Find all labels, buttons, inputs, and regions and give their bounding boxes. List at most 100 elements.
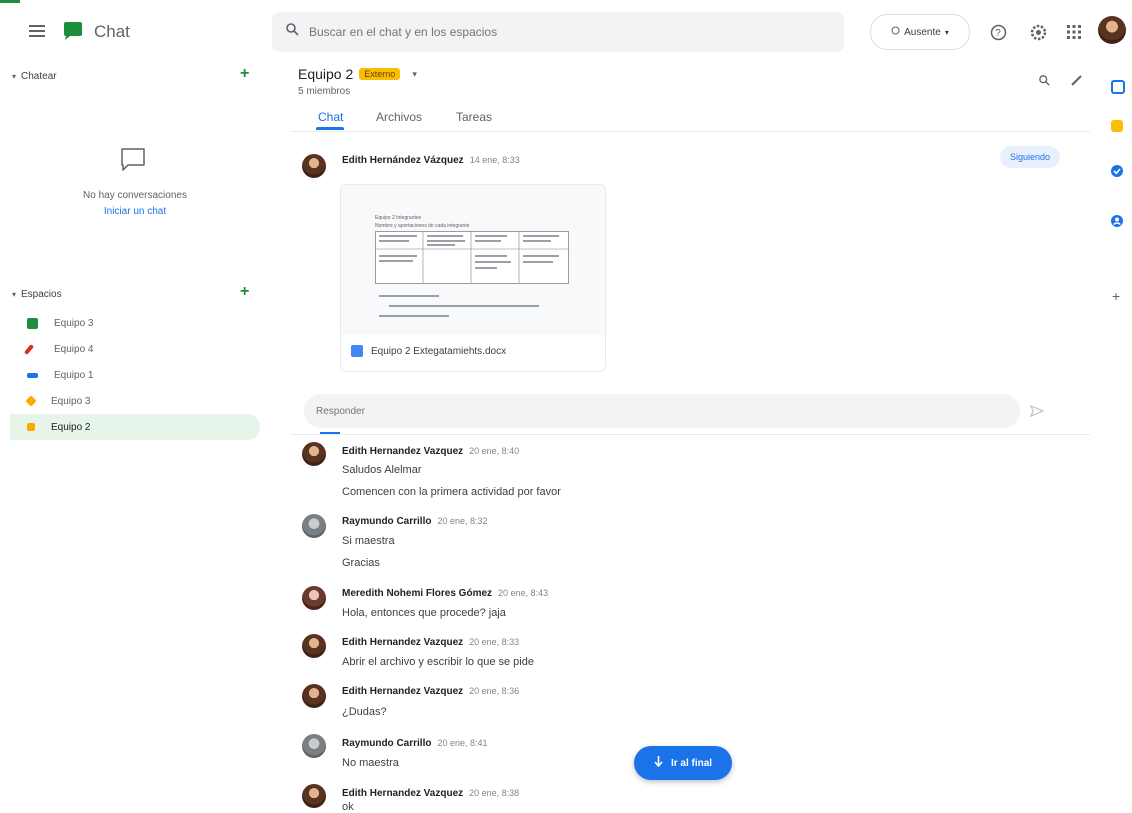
avatar[interactable] <box>302 684 326 708</box>
tab-tasks[interactable]: Tareas <box>456 110 492 124</box>
help-icon[interactable]: ? <box>986 20 1010 44</box>
document-preview: Equipo 2 Integrantes Nombre y aportacion… <box>341 185 605 335</box>
account-avatar[interactable] <box>1098 16 1126 44</box>
space-emoji-icon <box>25 395 37 407</box>
search-bar[interactable] <box>272 12 844 52</box>
settings-gear-icon[interactable] <box>1026 20 1050 44</box>
message-time: 20 ene, 8:33 <box>469 637 520 647</box>
message-time: 14 ene, 8:33 <box>469 155 520 165</box>
add-addon-plus-icon[interactable]: + <box>1112 288 1120 304</box>
avatar[interactable] <box>302 154 326 178</box>
send-icon[interactable] <box>1029 404 1045 423</box>
message-header: Edith Hernandez Vazquez 20 ene, 8:38 <box>342 788 519 799</box>
room-members[interactable]: 5 miembros <box>298 86 350 97</box>
chevron-down-icon: ▾ <box>412 68 417 79</box>
apps-grid-icon[interactable] <box>1062 20 1086 44</box>
attachment-footer: Equipo 2 Extegatamiehts.docx <box>351 345 506 357</box>
message-header: Raymundo Carrillo 20 ene, 8:41 <box>342 738 488 749</box>
doc-line: Nombre y aportaciones de cada integrante <box>375 223 470 229</box>
author-name: Edith Hernández Vázquez <box>342 155 464 166</box>
space-label: Equipo 2 <box>51 421 91 433</box>
menu-icon[interactable] <box>26 20 48 42</box>
scroll-indicator <box>320 432 340 434</box>
new-space-plus-icon[interactable]: + <box>240 283 249 301</box>
thread-author: Edith Hernández Vázquez 14 ene, 8:33 <box>342 155 520 166</box>
empty-conversations-text: No hay conversaciones <box>83 190 187 201</box>
space-emoji-icon <box>27 372 38 378</box>
calendar-icon[interactable] <box>1111 80 1125 94</box>
space-item[interactable]: Equipo 3 <box>10 388 260 414</box>
message-header: Raymundo Carrillo 20 ene, 8:32 <box>342 516 488 527</box>
reply-input[interactable] <box>314 404 918 418</box>
room-title: Equipo 2 <box>298 66 354 82</box>
space-label: Equipo 3 <box>54 317 94 329</box>
avatar[interactable] <box>302 734 326 758</box>
search-input[interactable] <box>307 24 791 40</box>
message-time: 20 ene, 8:36 <box>469 686 520 696</box>
message-time: 20 ene, 8:41 <box>437 738 488 748</box>
message-header: Edith Hernandez Vazquez 20 ene, 8:33 <box>342 637 519 648</box>
pin-icon[interactable] <box>1066 70 1086 90</box>
space-item[interactable]: Equipo 1 <box>10 362 260 388</box>
message-header: Edith Hernandez Vazquez 20 ene, 8:40 <box>342 446 519 457</box>
author-name: Raymundo Carrillo <box>342 516 432 527</box>
author-name: Raymundo Carrillo <box>342 738 432 749</box>
tasks-icon[interactable] <box>1110 164 1124 183</box>
arrow-down-icon <box>654 756 663 770</box>
message-time: 20 ene, 8:43 <box>498 588 549 598</box>
space-item[interactable]: Equipo 4 <box>10 336 260 362</box>
message-text: Abrir el archivo y escribir lo que se pi… <box>342 656 534 668</box>
jump-label: Ir al final <box>670 757 713 769</box>
search-icon <box>286 23 299 41</box>
jump-to-bottom-button[interactable]: Ir al final <box>634 746 732 780</box>
following-button[interactable]: Siguiendo <box>1000 146 1061 168</box>
corner-accent <box>0 0 20 3</box>
attachment-card[interactable]: Equipo 2 Integrantes Nombre y aportacion… <box>340 184 606 372</box>
tab-files[interactable]: Archivos <box>376 110 422 124</box>
attachment-filename: Equipo 2 Extegatamiehts.docx <box>371 345 507 357</box>
spaces-section-label: Espacios <box>21 288 62 300</box>
status-dropdown[interactable]: Ausente ▾ <box>870 14 970 50</box>
room-title-row[interactable]: Equipo 2 Externo ▾ <box>298 66 417 82</box>
contacts-icon[interactable] <box>1110 214 1124 233</box>
status-label: Ausente <box>904 26 941 38</box>
docs-icon <box>351 345 363 357</box>
collapse-arrow-icon: ▾ <box>12 289 17 299</box>
space-item[interactable]: Equipo 3 <box>10 310 260 336</box>
tab-chat[interactable]: Chat <box>318 110 343 124</box>
message-text: Gracias <box>342 557 380 569</box>
message-text: Comencen con la primera actividad por fa… <box>342 486 561 498</box>
message-text: ¿Dudas? <box>342 706 387 718</box>
space-emoji-icon <box>27 423 35 431</box>
avatar[interactable] <box>302 634 326 658</box>
author-name: Edith Hernandez Vazquez <box>342 686 464 697</box>
keep-icon[interactable] <box>1111 120 1123 132</box>
space-label: Equipo 1 <box>54 369 94 381</box>
author-name: Edith Hernandez Vazquez <box>342 446 464 457</box>
author-name: Edith Hernandez Vazquez <box>342 637 464 648</box>
chat-section-label: Chatear <box>21 70 57 82</box>
space-label: Equipo 3 <box>51 395 91 407</box>
message-header: Meredith Nohemi Flores Gómez 20 ene, 8:43 <box>342 588 548 599</box>
chat-section-header[interactable]: ▾ Chatear <box>12 66 262 86</box>
reply-box[interactable] <box>304 394 1020 428</box>
message-time: 20 ene, 8:38 <box>469 788 520 798</box>
author-name: Meredith Nohemi Flores Gómez <box>342 588 493 599</box>
message-time: 20 ene, 8:32 <box>437 516 488 526</box>
search-in-room-icon[interactable] <box>1034 70 1054 90</box>
avatar[interactable] <box>302 586 326 610</box>
doc-line: Equipo 2 Integrantes <box>375 215 422 221</box>
avatar[interactable] <box>302 784 326 808</box>
avatar[interactable] <box>302 442 326 466</box>
space-emoji-icon <box>27 317 38 329</box>
message-text: Saludos Alelmar <box>342 464 422 476</box>
active-tab-indicator <box>316 127 344 130</box>
avatar[interactable] <box>302 514 326 538</box>
chat-bubble-icon <box>119 146 147 179</box>
spaces-section-header[interactable]: ▾ Espacios <box>12 284 262 304</box>
space-item-active[interactable]: Equipo 2 <box>10 414 260 440</box>
new-chat-plus-icon[interactable]: + <box>240 65 249 83</box>
start-chat-link[interactable]: Iniciar un chat <box>10 206 260 217</box>
svg-text:?: ? <box>995 28 1001 39</box>
space-emoji-icon <box>23 343 35 355</box>
